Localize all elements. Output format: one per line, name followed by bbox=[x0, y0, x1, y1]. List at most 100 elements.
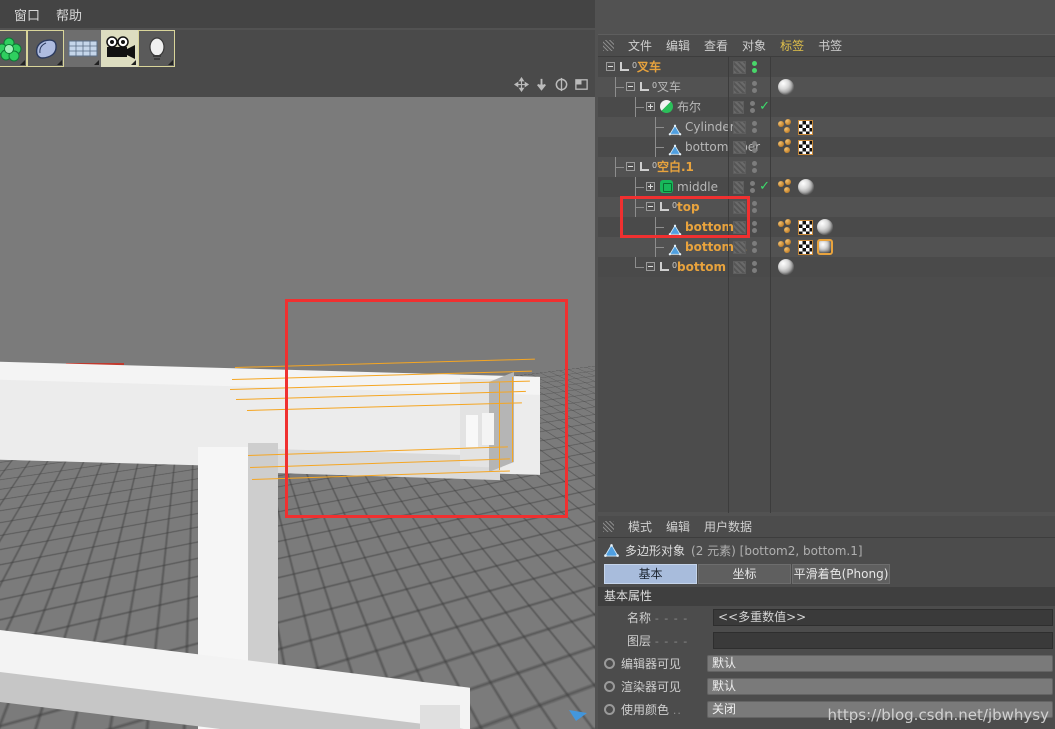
visibility-dots[interactable] bbox=[752, 61, 757, 73]
phong-tag-icon[interactable] bbox=[778, 179, 794, 195]
layer-swatch-icon[interactable] bbox=[733, 260, 746, 274]
layer-swatch-icon[interactable] bbox=[733, 140, 746, 154]
layer-swatch-icon[interactable] bbox=[733, 180, 745, 194]
object-row-tags-zone[interactable] bbox=[770, 137, 1055, 157]
am-menu-userdata[interactable]: 用户数据 bbox=[697, 518, 759, 535]
object-row-tags-zone[interactable] bbox=[770, 237, 1055, 257]
viewport-orientation-gizmo[interactable] bbox=[567, 707, 589, 723]
object-row-tags-zone[interactable] bbox=[770, 177, 1055, 197]
am-menu-edit[interactable]: 编辑 bbox=[659, 518, 697, 535]
material-tag-icon[interactable] bbox=[778, 79, 794, 95]
object-row-visibility-zone[interactable] bbox=[728, 157, 770, 177]
object-label[interactable]: 空白.1 bbox=[657, 157, 694, 177]
object-row-name-zone[interactable]: 0 bottom bbox=[598, 257, 728, 277]
object-row-tags-zone[interactable] bbox=[770, 197, 1055, 217]
menu-item-window[interactable]: 窗口 bbox=[6, 3, 48, 26]
layer-swatch-icon[interactable] bbox=[733, 220, 746, 234]
tab-coordinates[interactable]: 坐标 bbox=[698, 564, 791, 584]
object-row-tags-zone[interactable] bbox=[770, 257, 1055, 277]
object-row-空白.1[interactable]: 0 空白.1 bbox=[598, 157, 1055, 177]
object-row-visibility-zone[interactable] bbox=[728, 77, 770, 97]
tree-expander[interactable] bbox=[646, 262, 655, 271]
tree-expander[interactable] bbox=[626, 82, 635, 91]
object-row-top[interactable]: 0 top bbox=[598, 197, 1055, 217]
object-row-tags-zone[interactable] bbox=[770, 57, 1055, 77]
am-menu-mode[interactable]: 模式 bbox=[621, 518, 659, 535]
rotate-icon[interactable] bbox=[554, 77, 569, 92]
texture-tag-icon[interactable] bbox=[798, 139, 813, 155]
visibility-dots[interactable] bbox=[750, 181, 756, 193]
attribute-value-图层[interactable] bbox=[713, 632, 1053, 649]
object-row-visibility-zone[interactable]: ✓ bbox=[728, 177, 770, 197]
visibility-dots[interactable] bbox=[752, 161, 757, 173]
phong-tag-icon[interactable] bbox=[778, 239, 794, 255]
object-row-tags-zone[interactable] bbox=[770, 97, 1055, 117]
om-menu-object[interactable]: 对象 bbox=[735, 37, 773, 54]
tree-expander[interactable] bbox=[646, 202, 655, 211]
object-row-visibility-zone[interactable] bbox=[728, 117, 770, 137]
visibility-dots[interactable] bbox=[752, 141, 757, 153]
material-tag-icon[interactable] bbox=[817, 219, 833, 235]
viewport[interactable] bbox=[0, 72, 595, 729]
enabled-check-icon[interactable]: ✓ bbox=[759, 180, 770, 193]
floor-grid-icon-button[interactable] bbox=[64, 30, 101, 67]
object-row-bottom.1[interactable]: bottom.1 bbox=[598, 237, 1055, 257]
object-row-tags-zone[interactable] bbox=[770, 117, 1055, 137]
object-row-bottom[interactable]: 0 bottom bbox=[598, 257, 1055, 277]
layer-swatch-icon[interactable] bbox=[733, 120, 746, 134]
object-row-name-zone[interactable]: 布尔 bbox=[598, 97, 728, 117]
object-row-tags-zone[interactable] bbox=[770, 157, 1055, 177]
object-row-name-zone[interactable]: bottom Boer bbox=[598, 137, 760, 157]
object-row-name-zone[interactable]: middle bbox=[598, 177, 728, 197]
object-row-visibility-zone[interactable] bbox=[728, 137, 770, 157]
layer-swatch-icon[interactable] bbox=[733, 80, 746, 94]
object-row-visibility-zone[interactable]: ✓ bbox=[728, 97, 770, 117]
object-row-叉车[interactable]: 0 叉车 bbox=[598, 77, 1055, 97]
material-tag-icon[interactable] bbox=[798, 179, 814, 195]
layer-swatch-icon[interactable] bbox=[733, 60, 746, 74]
object-row-middle[interactable]: middle ✓ bbox=[598, 177, 1055, 197]
layer-swatch-icon[interactable] bbox=[733, 200, 746, 214]
visibility-dots[interactable] bbox=[752, 201, 757, 213]
object-row-name-zone[interactable]: 0 叉车 bbox=[598, 57, 728, 77]
object-row-tags-zone[interactable] bbox=[770, 217, 1055, 237]
visibility-dots[interactable] bbox=[752, 241, 757, 253]
menu-item-help[interactable]: 帮助 bbox=[48, 3, 90, 26]
camera-icon-button[interactable] bbox=[101, 30, 138, 67]
visibility-dots[interactable] bbox=[750, 101, 756, 113]
attribute-value-渲染器可见[interactable]: 默认 bbox=[707, 678, 1053, 695]
object-row-visibility-zone[interactable] bbox=[728, 257, 770, 277]
visibility-dots[interactable] bbox=[752, 81, 757, 93]
object-row-name-zone[interactable]: bottom.1 bbox=[598, 237, 747, 257]
object-row-bottom Boer[interactable]: bottom Boer bbox=[598, 137, 1055, 157]
light-icon-button[interactable] bbox=[138, 30, 175, 67]
attribute-radio-使用颜色[interactable] bbox=[604, 704, 615, 715]
layer-swatch-icon[interactable] bbox=[733, 240, 746, 254]
object-row-name-zone[interactable]: Cylinder bbox=[598, 117, 735, 137]
object-label[interactable]: bottom bbox=[677, 257, 726, 277]
deformer-icon-button[interactable] bbox=[0, 30, 27, 67]
attribute-value-名称[interactable]: <<多重数值>> bbox=[713, 609, 1053, 626]
texture-tag-icon[interactable] bbox=[798, 219, 813, 235]
object-row-visibility-zone[interactable] bbox=[728, 217, 770, 237]
visibility-dots[interactable] bbox=[752, 121, 757, 133]
tab-phong[interactable]: 平滑着色(Phong) bbox=[792, 564, 890, 584]
object-row-name-zone[interactable]: bottom2 bbox=[598, 217, 742, 237]
tree-expander[interactable] bbox=[626, 162, 635, 171]
tab-basic[interactable]: 基本 bbox=[604, 564, 697, 584]
phong-tag-icon[interactable] bbox=[778, 219, 794, 235]
om-menu-bookmarks[interactable]: 书签 bbox=[811, 37, 849, 54]
object-label[interactable]: middle bbox=[677, 177, 718, 197]
object-row-布尔[interactable]: 布尔 ✓ bbox=[598, 97, 1055, 117]
object-row-name-zone[interactable]: 0 空白.1 bbox=[598, 157, 728, 177]
object-row-tags-zone[interactable] bbox=[770, 77, 1055, 97]
object-label[interactable]: top bbox=[677, 197, 700, 217]
attribute-radio-渲染器可见[interactable] bbox=[604, 681, 615, 692]
panel-grip-icon[interactable] bbox=[603, 521, 614, 532]
object-row-叉车[interactable]: 0 叉车 bbox=[598, 57, 1055, 77]
tree-expander[interactable] bbox=[646, 102, 655, 111]
object-label[interactable]: 布尔 bbox=[677, 97, 701, 117]
object-row-name-zone[interactable]: 0 top bbox=[598, 197, 728, 217]
enabled-check-icon[interactable]: ✓ bbox=[759, 100, 770, 113]
viewport-scene[interactable] bbox=[0, 97, 595, 729]
